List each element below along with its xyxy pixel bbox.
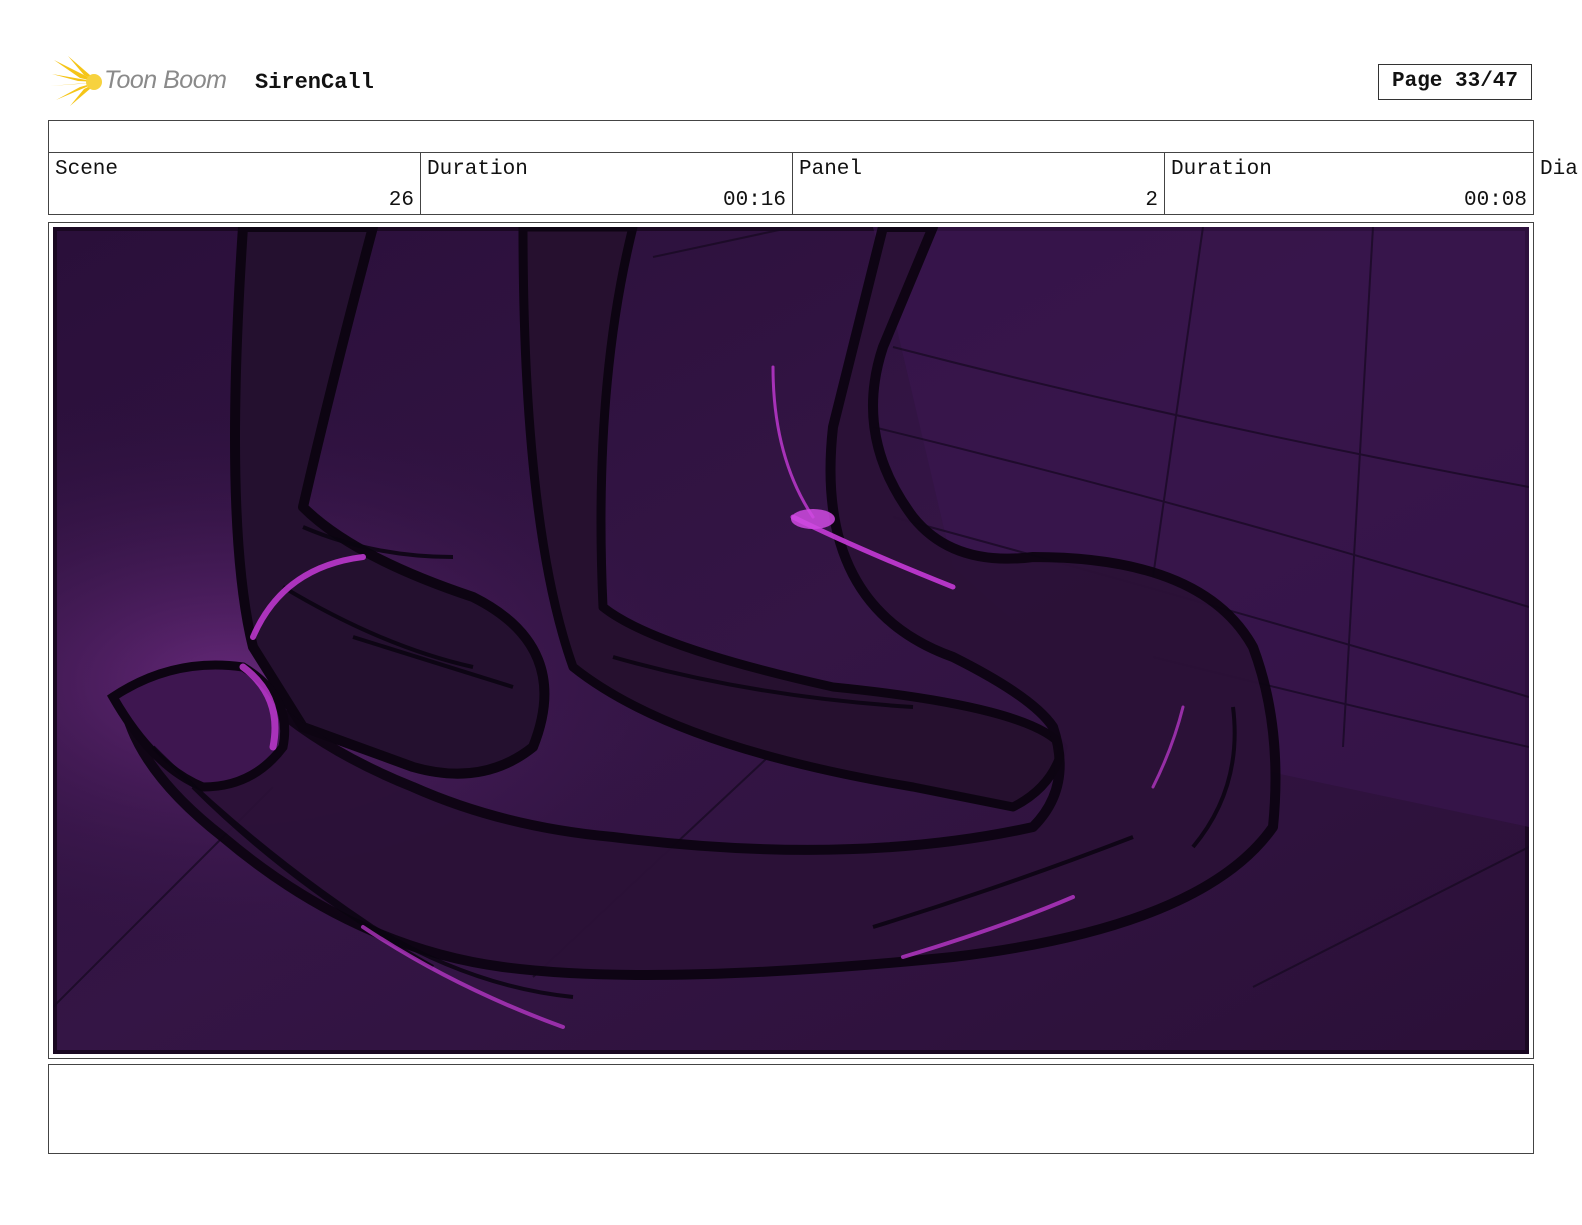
panel-title-bar <box>48 120 1534 153</box>
scene-duration-value: 00:16 <box>722 189 786 212</box>
scene-duration-label: Duration <box>427 158 528 181</box>
scene-label: Scene <box>55 158 119 181</box>
panel-duration-value: 00:08 <box>1463 189 1527 212</box>
logo-wordmark: Toon Boom <box>104 66 227 94</box>
scene-duration-cell: Duration 00:16 <box>420 152 793 215</box>
dialog-label: Dia <box>1540 158 1578 181</box>
project-name: SirenCall <box>255 70 374 95</box>
page-indicator: Page 33/47 <box>1378 64 1532 100</box>
scene-cell: Scene 26 <box>48 152 421 215</box>
storyboard-sketch-image <box>53 227 1529 1054</box>
panel-label: Panel <box>799 158 863 181</box>
panel-duration-cell: Duration 00:08 <box>1164 152 1534 215</box>
panel-info-row: Scene 26 Duration 00:16 Panel 2 Duration… <box>48 152 1582 215</box>
scene-value: 26 <box>388 189 414 212</box>
panel-cell: Panel 2 <box>792 152 1165 215</box>
panel-value: 2 <box>1145 189 1158 212</box>
panel-duration-label: Duration <box>1171 158 1272 181</box>
notes-box <box>48 1064 1534 1154</box>
